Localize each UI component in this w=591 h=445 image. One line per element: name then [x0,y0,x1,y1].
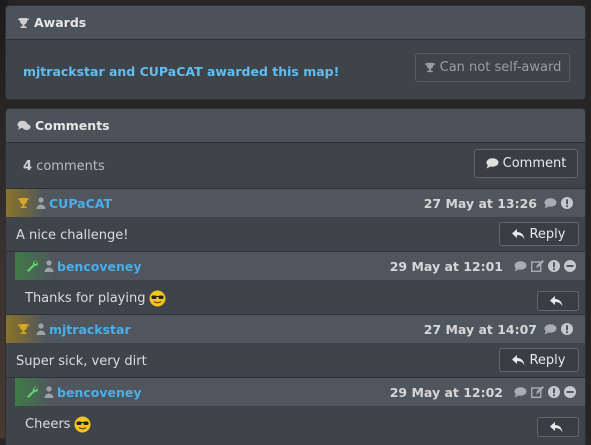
reply-icon [549,295,562,306]
user-icon [36,323,46,335]
awards-title: Awards [34,15,87,30]
comment-date: 29 May at 12:02 [389,384,503,400]
comment-count: 4 comments [23,159,105,174]
trophy-icon [18,17,29,28]
report-icon[interactable] [561,197,573,209]
reply-icon [512,228,525,239]
comment-date: 27 May at 14:07 [423,321,537,337]
trophy-icon [17,197,30,209]
reply-icon [512,354,525,365]
edit-icon[interactable] [531,260,544,272]
self-award-label: Can not self-award [439,60,562,75]
self-award-button[interactable]: Can not self-award [415,53,570,82]
reply-header: bencoveney 29 May at 12:02 [15,378,585,406]
comment-text: A nice challenge! [16,228,129,243]
comment-text: Cheers [25,416,91,433]
comment-body: A nice challenge! Reply [6,217,585,251]
reply-button[interactable]: Reply [499,348,579,372]
report-icon[interactable] [548,260,560,272]
reply-button[interactable]: Reply [499,222,579,246]
report-icon[interactable] [561,323,573,335]
reply-header: bencoveney 29 May at 12:01 [15,252,585,280]
comments-panel: Comments 4 comments Comment CUPaCAT 27 M… [5,108,586,445]
reply-body: Cheers [15,406,585,440]
reply-icon [549,421,562,432]
comment-author-link[interactable]: bencoveney [57,385,141,400]
comment-date: 27 May at 13:26 [423,195,537,211]
wrench-icon [26,260,38,272]
sunglasses-emoji-icon [149,290,166,307]
comment-button[interactable]: Comment [474,149,578,178]
comment-text: Thanks for playing [25,290,166,307]
report-icon[interactable] [548,386,560,398]
comments-icon [17,120,31,130]
reply-bubble-icon[interactable] [514,260,527,272]
trophy-icon [17,323,30,335]
reply-body: Thanks for playing [15,280,585,314]
comments-title: Comments [35,118,110,133]
reply-button[interactable] [537,417,579,437]
comment-header: mjtrackstar 27 May at 14:07 [6,315,585,343]
user-icon [36,197,46,209]
comment-date: 29 May at 12:01 [389,258,503,274]
comment-author-link[interactable]: mjtrackstar [49,322,131,337]
user-icon [44,386,54,398]
user-icon [44,260,54,272]
edit-icon[interactable] [531,386,544,398]
comment-text: Super sick, very dirt [16,354,147,369]
wrench-icon [26,386,38,398]
reply-bubble-icon[interactable] [544,197,557,209]
delete-icon[interactable] [564,386,576,398]
awarded-by-text: mjtrackstar and CUPaCAT awarded this map… [23,64,340,79]
sunglasses-emoji-icon [74,416,91,433]
reply-bubble-icon[interactable] [514,386,527,398]
awards-panel: Awards mjtrackstar and CUPaCAT awarded t… [5,5,586,100]
trophy-icon [424,62,435,73]
awards-header: Awards [6,6,585,40]
comment-header: CUPaCAT 27 May at 13:26 [6,189,585,217]
reply-bubble-icon[interactable] [544,323,557,335]
comment-author-link[interactable]: bencoveney [57,259,141,274]
reply-button[interactable] [537,291,579,311]
comment-icon [486,158,499,169]
comments-header: Comments [6,109,585,143]
comment-author-link[interactable]: CUPaCAT [49,196,112,211]
comment-body: Super sick, very dirt Reply [6,343,585,377]
delete-icon[interactable] [564,260,576,272]
